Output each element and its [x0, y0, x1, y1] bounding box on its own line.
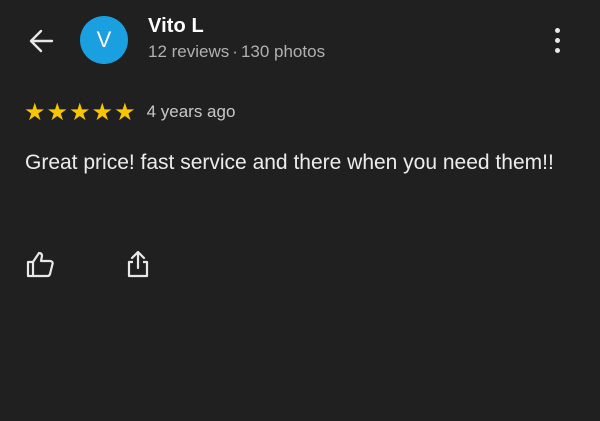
- thumbs-up-icon: [26, 251, 54, 278]
- avatar-letter: V: [96, 27, 112, 52]
- star-rating: ★ ★ ★ ★ ★: [24, 100, 136, 124]
- star-icon: ★: [24, 98, 46, 126]
- rating-row: ★ ★ ★ ★ ★ 4 years ago: [24, 99, 235, 125]
- review-header: V Vito L 12 reviews · 130 photos: [0, 0, 600, 80]
- star-icon: ★: [91, 98, 114, 126]
- star-icon: ★: [46, 98, 69, 126]
- more-vertical-icon-dot: [554, 37, 560, 43]
- star-icon: ★: [114, 98, 136, 126]
- like-button[interactable]: [24, 248, 56, 280]
- star-icon: ★: [69, 98, 91, 126]
- more-vertical-icon: [554, 27, 560, 33]
- review-age: 4 years ago: [146, 102, 236, 121]
- reviewer-stats: 12 reviews · 130 photos: [148, 42, 325, 62]
- stats-separator: ·: [232, 42, 238, 61]
- reviewer-name[interactable]: Vito L: [148, 15, 204, 38]
- review-text: Great price! fast service and there when…: [25, 151, 554, 174]
- more-vertical-icon-dot: [554, 47, 560, 53]
- photo-count: 130 photos: [240, 42, 326, 61]
- share-button[interactable]: [122, 248, 154, 280]
- more-options-button[interactable]: [544, 24, 570, 56]
- review-count: 12 reviews: [148, 42, 230, 61]
- arrow-left-icon: [29, 29, 54, 53]
- share-icon: [127, 250, 149, 278]
- avatar[interactable]: V: [80, 16, 128, 64]
- back-button[interactable]: [26, 26, 56, 56]
